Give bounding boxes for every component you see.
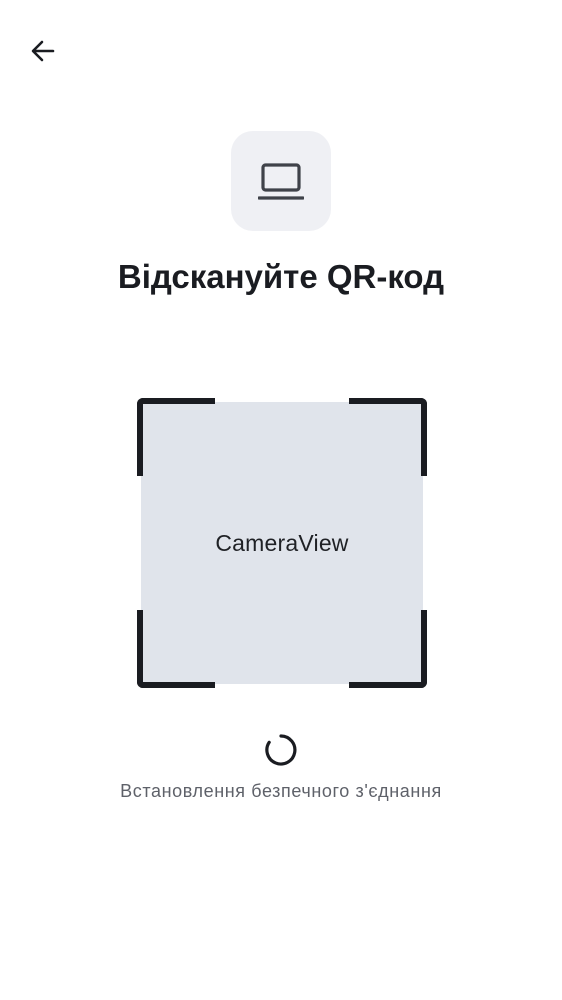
arrow-left-icon [31, 40, 55, 62]
loading-spinner-icon [265, 734, 297, 766]
device-icon-tile [231, 131, 331, 231]
scanner-corner-top-right [349, 398, 427, 476]
laptop-icon [258, 163, 304, 200]
back-button[interactable] [24, 32, 62, 70]
status-text: Встановлення безпечного з'єднання [120, 781, 442, 801]
qr-scanner-frame: CameraView [137, 398, 427, 688]
scanner-corner-top-left [137, 398, 215, 476]
page-title: Відскануйте QR-код [117, 258, 445, 295]
camera-view-label: CameraView [215, 529, 349, 556]
scanner-corner-bottom-right [349, 610, 427, 688]
scanner-corner-bottom-left [137, 610, 215, 688]
